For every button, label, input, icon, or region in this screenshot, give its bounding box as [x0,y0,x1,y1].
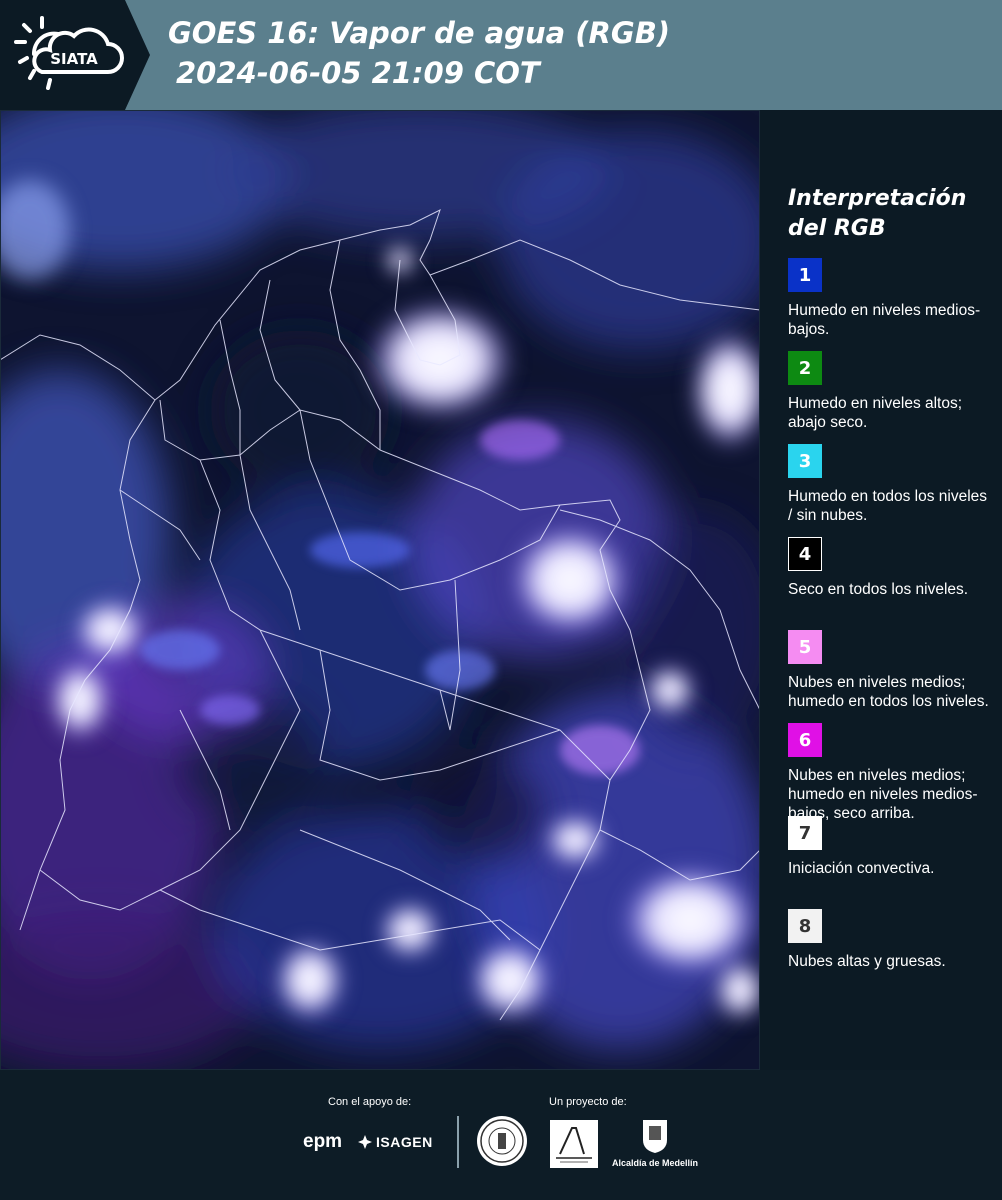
legend-description: Nubes en niveles medios; humedo en nivel… [788,767,978,822]
siata-sun-cloud-icon: SIATA [14,16,124,90]
timestamp-title: 2024-06-05 21:09 COT [176,56,540,90]
isagen-logo: ISAGEN [358,1134,433,1150]
legend-item: 5 Nubes en niveles medios; humedo en todo… [788,630,998,723]
legend-item: 1 Humedo en niveles medios-bajos. [788,258,998,351]
legend-description: Humedo en todos los niveles / sin nubes. [788,488,988,524]
legend-swatch: 3 [788,444,822,478]
legend-list: 1 Humedo en niveles medios-bajos. 2 Humedo … [788,258,998,1002]
header-bar: SIATA GOES 16: Vapor de agua (RGB) 2024-… [0,0,1002,110]
isagen-text: ISAGEN [376,1134,433,1150]
siata-logo-text: SIATA [50,50,98,68]
legend-swatch: 2 [788,351,822,385]
legend-description: Iniciación convectiva. [788,860,935,877]
alcaldia-logo-text: Alcaldía de Medellín [612,1158,699,1168]
seal-icon [477,1116,527,1166]
footer-divider [457,1116,459,1168]
isagen-mark-icon [358,1135,372,1149]
page-title: GOES 16: Vapor de agua (RGB) [168,16,671,50]
legend-item: 4 Seco en todos los niveles. [788,537,998,630]
legend-description: Humedo en niveles altos; abajo seco. [788,395,963,431]
legend-item: 2 Humedo en niveles altos; abajo seco. [788,351,998,444]
legend-description: Seco en todos los niveles. [788,581,969,598]
legend-swatch: 4 [788,537,822,571]
legend-swatch: 5 [788,630,822,664]
legend-swatch: 7 [788,816,822,850]
siata-logo: SIATA [0,0,150,110]
legend-item: 7 Iniciación convectiva. [788,816,998,909]
legend-description: Nubes altas y gruesas. [788,953,946,970]
legend-item: 6 Nubes en niveles medios; humedo en nive… [788,723,998,822]
legend-title: Interpretación del RGB [788,186,967,241]
legend-swatch: 6 [788,723,822,757]
satellite-map [0,110,760,1070]
alcaldia-crest-icon [643,1120,667,1153]
legend-description: Humedo en niveles medios-bajos. [788,302,981,338]
rgb-legend-panel: Interpretación del RGB 1 Humedo en nivele… [760,110,1002,1070]
water-vapor-rgb-image [0,110,760,1070]
footer-sponsors: Con el apoyo de: Un proyecto de: epm ISA… [0,1070,1002,1200]
legend-swatch: 8 [788,909,822,943]
legend-description: Nubes en niveles medios; humedo en todos… [788,674,989,710]
project-label: Un proyecto de: [549,1096,627,1108]
support-label: Con el apoyo de: [328,1096,412,1108]
epm-logo: epm [303,1131,343,1152]
area-metropolitana-logo [550,1120,598,1168]
legend-item: 3 Humedo en todos los niveles / sin nubes… [788,444,998,537]
legend-item: 8 Nubes altas y gruesas. [788,909,998,1002]
legend-swatch: 1 [788,258,822,292]
